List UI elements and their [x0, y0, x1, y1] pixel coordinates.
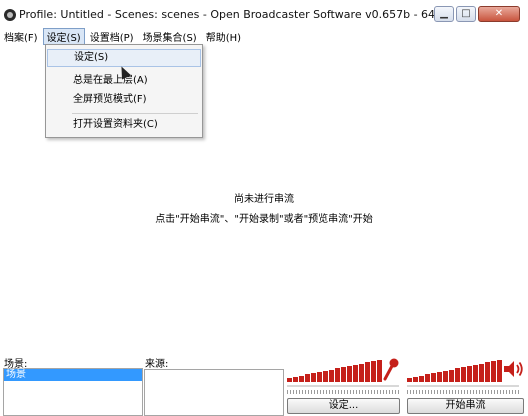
- stream-status-text: 尚未进行串流: [234, 194, 294, 205]
- dropdown-separator: [72, 113, 198, 114]
- mic-meter-bar: [335, 368, 340, 382]
- desktop-meter-bar: [461, 367, 466, 382]
- desktop-volume-meter: [407, 360, 502, 382]
- desktop-meter-bar: [425, 374, 430, 382]
- mic-meter-bar: [359, 363, 364, 382]
- mic-meter-bar: [365, 362, 370, 382]
- desktop-meter-bar: [491, 361, 496, 382]
- menu-scene-collection[interactable]: 场景集合(S): [139, 28, 201, 45]
- mic-meter-bar: [287, 378, 292, 382]
- scene-list-item[interactable]: 场景: [4, 369, 142, 381]
- mic-volume-meter: [287, 360, 382, 382]
- maximize-button[interactable]: □: [456, 6, 476, 22]
- desktop-meter-bar: [455, 368, 460, 382]
- maximize-icon: □: [461, 8, 471, 19]
- mic-meter-ticks: [287, 390, 399, 394]
- speaker-icon[interactable]: [502, 358, 524, 380]
- desktop-meter-bar: [437, 372, 442, 382]
- menu-settings[interactable]: 设定(S): [42, 28, 85, 45]
- close-button[interactable]: ✕: [478, 6, 520, 22]
- menu-help[interactable]: 帮助(H): [202, 28, 245, 45]
- window-controls: ▁ □ ✕: [434, 6, 520, 22]
- settings-button[interactable]: 设定...: [287, 398, 400, 414]
- dropdown-item-fullscreen-preview[interactable]: 全屏预览模式(F): [47, 91, 201, 109]
- close-icon: ✕: [494, 8, 504, 19]
- settings-dropdown-menu: 设定(S) 总是在最上层(A) 全屏预览模式(F) 打开设置资料夹(C): [45, 44, 203, 138]
- desktop-meter-bar: [485, 362, 490, 382]
- desktop-volume-slider[interactable]: [407, 385, 519, 387]
- minimize-button[interactable]: ▁: [434, 6, 454, 22]
- title-bar: Profile: Untitled - Scenes: scenes - Ope…: [0, 0, 528, 28]
- dropdown-item-open-settings-folder[interactable]: 打开设置资料夹(C): [47, 116, 201, 134]
- desktop-meter-bar: [473, 364, 478, 382]
- mic-meter-bar: [311, 373, 316, 382]
- menu-bar: 档案(F) 设定(S) 设置档(P) 场景集合(S) 帮助(H): [0, 28, 528, 45]
- mic-volume-slider[interactable]: [287, 385, 399, 387]
- desktop-meter-bar: [479, 363, 484, 382]
- mic-meter-bar: [371, 361, 376, 382]
- desktop-meter-bar: [443, 370, 448, 382]
- start-stream-button[interactable]: 开始串流: [407, 398, 524, 414]
- menu-profile[interactable]: 设置档(P): [86, 28, 138, 45]
- desktop-meter-ticks: [407, 390, 519, 394]
- desktop-meter-bar: [407, 378, 412, 382]
- mic-meter-bar: [299, 375, 304, 382]
- sources-label: 来源:: [145, 359, 169, 370]
- window-title: Profile: Untitled - Scenes: scenes - Ope…: [19, 8, 450, 21]
- menu-file[interactable]: 档案(F): [0, 28, 42, 45]
- mic-meter-bar: [323, 370, 328, 382]
- desktop-meter-bar: [467, 366, 472, 382]
- desktop-meter-bar: [413, 376, 418, 382]
- mic-meter-bar: [341, 367, 346, 382]
- sources-list[interactable]: [144, 369, 284, 416]
- desktop-meter-bar: [419, 375, 424, 382]
- mic-meter-bar: [347, 366, 352, 382]
- microphone-icon[interactable]: [382, 358, 400, 382]
- mic-meter-bar: [305, 374, 310, 382]
- minimize-icon: ▁: [440, 8, 448, 19]
- mic-meter-bar: [353, 364, 358, 382]
- desktop-meter-bar: [449, 369, 454, 382]
- stream-hint-text: 点击"开始串流"、"开始录制"或者"预览串流"开始: [155, 214, 373, 225]
- mic-meter-bar: [329, 369, 334, 382]
- desktop-meter-bar: [431, 373, 436, 382]
- mic-meter-bar: [293, 376, 298, 382]
- mic-meter-bar: [317, 372, 322, 382]
- scenes-list[interactable]: 场景: [3, 368, 143, 416]
- obs-app-icon: [4, 9, 16, 21]
